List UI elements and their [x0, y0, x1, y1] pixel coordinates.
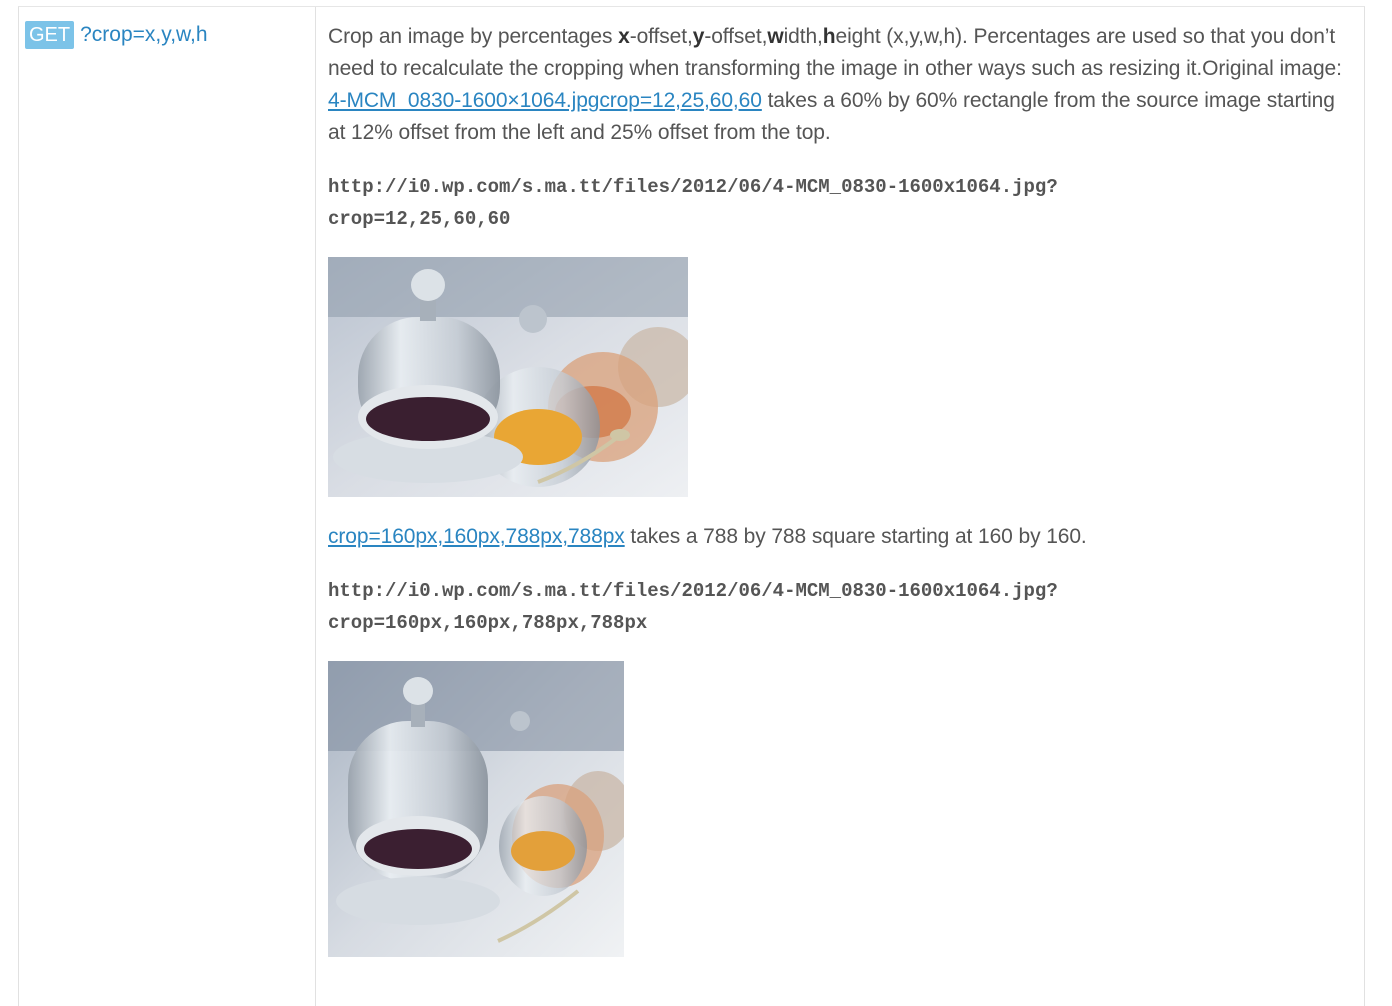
example1-url-line1: http://i0.wp.com/s.ma.tt/files/2012/06/4… — [328, 176, 1058, 198]
crop-description: Crop an image by percentages x-offset,y-… — [328, 21, 1356, 149]
example2-url-line2: crop=160px,160px,788px,788px — [328, 612, 648, 634]
get-method-badge: GET — [25, 21, 75, 49]
description-intro: Crop an image by percentages — [328, 25, 619, 48]
example2-url: http://i0.wp.com/s.ma.tt/files/2012/06/4… — [328, 575, 1356, 639]
example2-cropped-image — [328, 661, 624, 957]
example2-url-line1: http://i0.wp.com/s.ma.tt/files/2012/06/4… — [328, 580, 1058, 602]
example1-url: http://i0.wp.com/s.ma.tt/files/2012/06/4… — [328, 171, 1356, 235]
x-rest: -offset, — [629, 25, 693, 48]
example2-after-link: takes a 788 by 788 square starting at 16… — [624, 525, 1087, 548]
example1-url-line2: crop=12,25,60,60 — [328, 208, 511, 230]
example2-description: crop=160px,160px,788px,788px takes a 788… — [328, 521, 1356, 553]
y-rest: -offset, — [704, 25, 768, 48]
parameter-cell: GET ?crop=x,y,w,h — [25, 21, 208, 49]
crop-pixels-link[interactable]: crop=160px,160px,788px,788px — [328, 525, 625, 548]
description-cell: Crop an image by percentages x-offset,y-… — [328, 21, 1356, 957]
y-letter: y — [692, 25, 705, 48]
jam-jars-photo-2 — [328, 661, 624, 957]
column-divider — [315, 7, 316, 1006]
jam-jars-photo-1 — [328, 257, 688, 497]
parameter-table: GET ?crop=x,y,w,h Crop an image by perce… — [18, 6, 1365, 1006]
x-letter: x — [618, 25, 630, 48]
w-letter: w — [767, 25, 784, 48]
example1-cropped-image — [328, 257, 688, 497]
crop-parameter-name: ?crop=x,y,w,h — [80, 23, 208, 46]
original-image-link[interactable]: 4-MCM_0830-1600×1064.jpgcrop=12,25,60,60 — [328, 89, 762, 112]
h-letter: h — [822, 25, 836, 48]
w-rest: idth, — [783, 25, 823, 48]
